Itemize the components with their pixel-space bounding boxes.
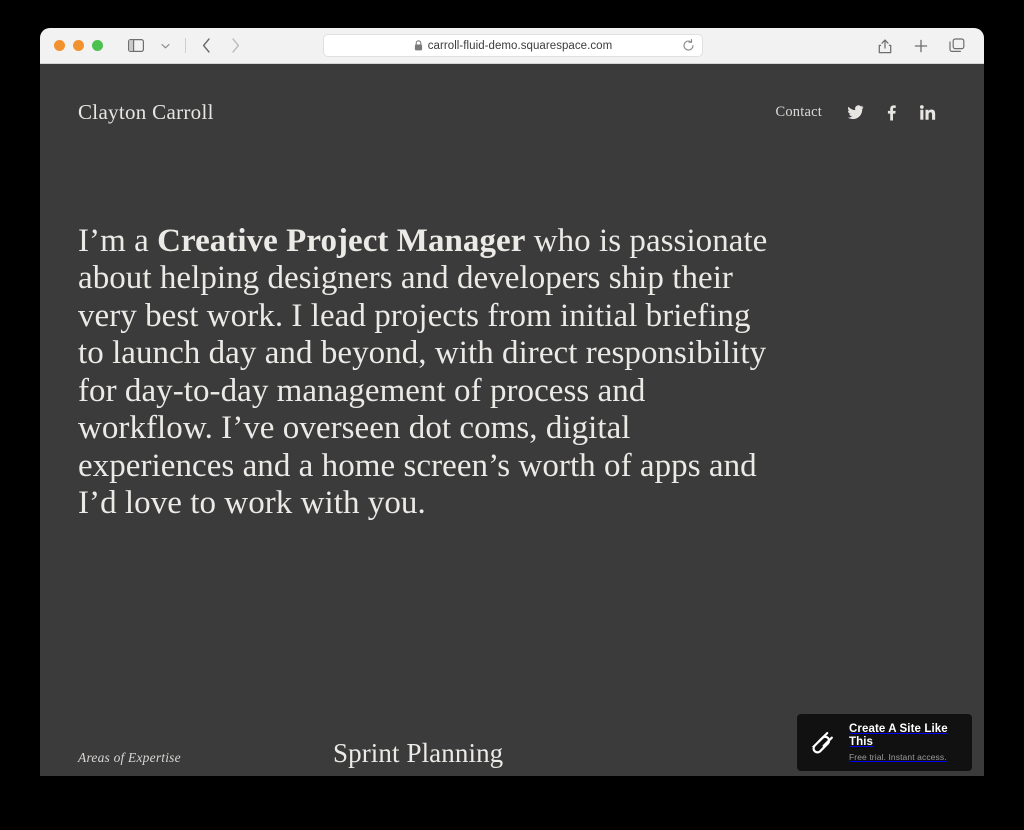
toolbar-divider [185, 38, 186, 53]
hero-section: I’m a Creative Project Manager who is pa… [40, 223, 984, 523]
forward-arrow-icon [231, 38, 239, 53]
plus-icon [914, 39, 928, 52]
sidebar-icon [128, 39, 144, 52]
share-button[interactable] [872, 34, 898, 58]
browser-window: carroll-fluid-demo.squarespace.com Clayt… [40, 28, 984, 776]
hero-text-start: I’m a [78, 223, 158, 259]
browser-toolbar: carroll-fluid-demo.squarespace.com [40, 28, 984, 64]
forward-button[interactable] [222, 34, 248, 58]
back-arrow-icon [202, 38, 210, 53]
linkedin-icon [919, 105, 935, 120]
expertise-label-column: Areas of Expertise [78, 740, 333, 776]
site-title[interactable]: Clayton Carroll [78, 100, 214, 125]
expertise-label: Areas of Expertise [78, 750, 181, 765]
nav-link-contact[interactable]: Contact [775, 104, 822, 121]
url-text: carroll-fluid-demo.squarespace.com [427, 39, 613, 52]
traffic-lights [54, 40, 103, 51]
squarespace-logo-icon [811, 731, 833, 753]
toolbar-navigation-group [123, 34, 248, 58]
sidebar-toggle-button[interactable] [123, 34, 149, 58]
minimize-window-button[interactable] [73, 40, 84, 51]
toolbar-actions-group [872, 34, 970, 58]
badge-title: Create A Site Like This [849, 722, 948, 749]
sidebar-dropdown-button[interactable] [152, 34, 178, 58]
social-link-twitter[interactable] [847, 104, 864, 121]
twitter-icon [847, 105, 864, 120]
reload-icon [682, 39, 694, 51]
tabs-overview-button[interactable] [944, 34, 970, 58]
lock-icon [414, 39, 422, 50]
hero-paragraph: I’m a Creative Project Manager who is pa… [78, 223, 768, 523]
expertise-list: Sprint Planning Resource Management [333, 740, 583, 776]
squarespace-badge[interactable]: Create A Site Like This Free trial. Inst… [797, 714, 972, 771]
close-window-button[interactable] [54, 40, 65, 51]
address-bar[interactable]: carroll-fluid-demo.squarespace.com [323, 34, 703, 57]
facebook-icon [887, 104, 896, 120]
social-link-facebook[interactable] [883, 104, 900, 121]
page-content: Clayton Carroll Contact I’m a Creative P… [40, 64, 984, 776]
maximize-window-button[interactable] [92, 40, 103, 51]
reload-button[interactable] [679, 37, 697, 55]
site-navigation: Contact [775, 104, 936, 121]
hero-text-rest: who is passionate about helping designer… [78, 223, 768, 522]
hero-text-emphasis: Creative Project Manager [157, 223, 526, 259]
list-item: Sprint Planning [333, 738, 504, 768]
site-header: Clayton Carroll Contact [40, 64, 984, 125]
social-link-linkedin[interactable] [919, 104, 936, 121]
badge-subtitle: Free trial. Instant access. [849, 752, 947, 763]
share-icon [878, 38, 892, 53]
back-button[interactable] [193, 34, 219, 58]
badge-text-wrap: Create A Site Like This Free trial. Inst… [849, 723, 958, 763]
new-tab-button[interactable] [908, 34, 934, 58]
tabs-icon [949, 38, 965, 52]
chevron-down-icon [160, 43, 170, 48]
